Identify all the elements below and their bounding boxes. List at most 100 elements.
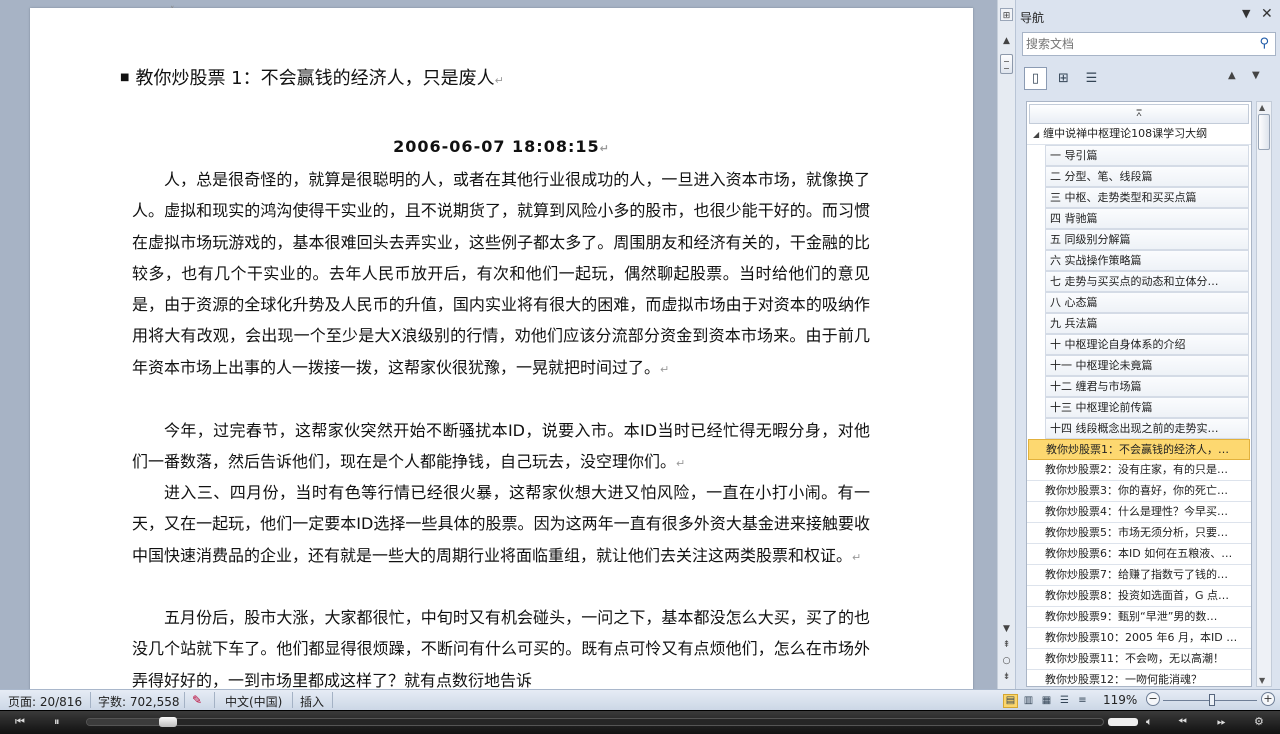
nav-item-chapter[interactable]: 十 中枢理论自身体系的介绍 (1045, 334, 1249, 355)
zoom-in-button[interactable]: + (1261, 692, 1275, 706)
insert-mode[interactable]: 插入 (300, 693, 324, 710)
status-bar: 页面: 20/816 字数: 702,558 ✎ 中文(中国) 插入 ▤ ▥ ▦ ☰ ≡… (0, 689, 1280, 710)
nav-item-chapter[interactable]: 一 导引篇 (1045, 145, 1249, 166)
nav-item-lesson[interactable]: 教你炒股票5：市场无须分析，只要… (1027, 523, 1251, 544)
collapse-triangle-icon[interactable]: ◢ (1033, 130, 1039, 139)
scroll-down-arrow-icon[interactable]: ▼ (1259, 676, 1265, 685)
fast-forward-icon[interactable]: ⏩︎ (1217, 715, 1226, 729)
outline-icon[interactable]: ☰ (1057, 695, 1072, 709)
word-count[interactable]: 字数: 702,558 (98, 693, 179, 710)
scroll-down-arrow-icon[interactable]: ▼ (999, 622, 1014, 636)
next-page-icon[interactable]: ⇟ (999, 670, 1014, 684)
document-paragraph[interactable]: 进入三、四月份，当时有色等行情已经很火暴，这帮家伙想大进又怕风险，一直在小打小闹… (132, 477, 870, 573)
nav-item-lesson[interactable]: 教你炒股票9：甄别“早泄”男的数… (1027, 607, 1251, 628)
proofing-icon[interactable]: ✎ (192, 693, 202, 707)
volume-slider[interactable] (1108, 718, 1138, 726)
paragraph-mark: ↵ (494, 74, 504, 87)
nav-item-chapter[interactable]: 八 心态篇 (1045, 292, 1249, 313)
nav-title: 导航 (1020, 11, 1045, 25)
scroll-up-arrow-icon[interactable]: ▲ (1259, 103, 1265, 112)
scrollbar-thumb[interactable] (1258, 114, 1270, 150)
view-ruler-icon[interactable]: ⊞ (1000, 8, 1013, 21)
status-divider (90, 692, 91, 708)
document-paragraph[interactable]: 人，总是很奇怪的，就算是很聪明的人，或者在其他行业很成功的人，一旦进入资本市场，… (132, 164, 870, 385)
document-paragraph[interactable]: 今年，过完春节，这帮家伙突然开始不断骚扰本ID，说要入市。本ID当时已经忙得无暇… (132, 415, 870, 480)
nav-item-chapter[interactable]: 九 兵法篇 (1045, 313, 1249, 334)
nav-item-chapter[interactable]: 十二 缠君与市场篇 (1045, 376, 1249, 397)
nav-item-chapter[interactable]: 七 走势与买买点的动态和立体分… (1045, 271, 1249, 292)
status-divider (332, 692, 333, 708)
nav-search-box[interactable]: ⚲ (1022, 32, 1276, 56)
view-buttons: ▤ ▥ ▦ ☰ ≡ (1003, 692, 1093, 709)
scrollbar-thumb[interactable] (1000, 54, 1013, 74)
document-vertical-scrollbar[interactable]: ⊞ ▲ ▼ ⇞ ○ ⇟ (997, 0, 1015, 689)
document-paragraph[interactable]: 五月份后，股市大涨，大家都很忙，中旬时又有机会碰头，一问之下，基本都没怎么大买，… (132, 602, 870, 689)
nav-list-body: ◢ 缠中说禅中枢理论108课学习大纲一 导引篇二 分型、笔、线段篇三 中枢、走势类… (1027, 124, 1251, 686)
seek-progress (87, 719, 169, 725)
rewind-icon[interactable]: ⏪︎ (1178, 715, 1187, 729)
nav-item-chapter[interactable]: 十四 线段概念出现之前的走势实… (1045, 418, 1249, 439)
nav-item-chapter[interactable]: 四 背驰篇 (1045, 208, 1249, 229)
nav-item-root[interactable]: ◢ 缠中说禅中枢理论108课学习大纲 (1027, 124, 1251, 145)
seek-bar[interactable] (86, 717, 1104, 727)
nav-item-lesson[interactable]: 教你炒股票2：没有庄家，有的只是… (1027, 460, 1251, 481)
previous-heading-icon[interactable]: ▲ (1228, 70, 1236, 81)
nav-scrollbar[interactable]: ▲ ▼ (1256, 101, 1272, 687)
pause-icon[interactable]: ⏸ (54, 715, 60, 729)
seek-knob[interactable] (159, 717, 178, 727)
nav-item-lesson[interactable]: 教你炒股票12：一吻何能消魂？ (1027, 670, 1251, 686)
nav-item-chapter[interactable]: 二 分型、笔、线段篇 (1045, 166, 1249, 187)
nav-header: 导航 ▼ ✕ (1016, 6, 1280, 26)
nav-item-lesson[interactable]: 教你炒股票11：不会吻，无以高潮！ (1027, 649, 1251, 670)
nav-item-lesson-selected[interactable]: 教你炒股票1：不会赢钱的经济人，… (1028, 439, 1250, 460)
draft-icon[interactable]: ≡ (1075, 695, 1090, 709)
nav-item-lesson[interactable]: 教你炒股票4：什么是理性？今早买… (1027, 502, 1251, 523)
tab-results[interactable]: ☰ (1080, 67, 1103, 90)
tab-headings[interactable]: ▯ (1024, 67, 1047, 90)
text-boundary-mark: ˅ (170, 6, 175, 16)
nav-item-label: 缠中说禅中枢理论108课学习大纲 (1043, 127, 1208, 140)
chevron-down-icon[interactable]: ▼ (1242, 7, 1250, 20)
search-input[interactable] (1023, 33, 1243, 55)
nav-item-chapter[interactable]: 六 实战操作策略篇 (1045, 250, 1249, 271)
status-divider (184, 692, 185, 708)
nav-item-lesson[interactable]: 教你炒股票6：本ID 如何在五粮液、… (1027, 544, 1251, 565)
paragraph-mark: ↵ (676, 457, 686, 471)
select-browse-object-icon[interactable]: ○ (999, 654, 1014, 668)
navigation-pane: 导航 ▼ ✕ ⚲ ▯ ⊞ ☰ ▲ ▼ ⩞ ◢ 缠中说禅中枢理论108课学习大纲一 … (1015, 0, 1280, 689)
document-datetime[interactable]: 2006-06-07 18:08:15↵ (30, 137, 973, 156)
nav-item-chapter[interactable]: 十一 中枢理论未竟篇 (1045, 355, 1249, 376)
search-icon[interactable]: ⚲ (1259, 36, 1269, 51)
datetime-text: 2006-06-07 18:08:15 (393, 137, 600, 156)
document-page[interactable]: ˅ ■ 教你炒股票 1：不会赢钱的经济人，只是废人↵ 2006-06-07 18:… (30, 6, 973, 689)
close-icon[interactable]: ✕ (1261, 6, 1273, 22)
language-indicator[interactable]: 中文(中国) (225, 693, 282, 710)
scroll-up-arrow-icon[interactable]: ▲ (999, 34, 1014, 48)
nav-item-chapter[interactable]: 三 中枢、走势类型和买买点篇 (1045, 187, 1249, 208)
full-screen-reading-icon[interactable]: ▥ (1021, 695, 1036, 709)
nav-item-chapter[interactable]: 十三 中枢理论前传篇 (1045, 397, 1249, 418)
nav-item-lesson[interactable]: 教你炒股票10：2005 年6 月，本ID … (1027, 628, 1251, 649)
zoom-out-button[interactable]: − (1146, 692, 1160, 706)
settings-icon[interactable]: ⚙ (1254, 715, 1264, 728)
paragraph-mark: ↵ (852, 550, 862, 564)
page-count[interactable]: 页面: 20/816 (8, 693, 82, 710)
tab-pages[interactable]: ⊞ (1052, 67, 1075, 90)
web-layout-icon[interactable]: ▦ (1039, 695, 1054, 709)
document-workspace: ˅ ■ 教你炒股票 1：不会赢钱的经济人，只是废人↵ 2006-06-07 18:… (0, 0, 997, 689)
scroll-to-top-icon[interactable]: ⩞ (1029, 104, 1249, 124)
nav-item-lesson[interactable]: 教你炒股票7：给赚了指数亏了钱的… (1027, 565, 1251, 586)
document-heading[interactable]: ■ 教你炒股票 1：不会赢钱的经济人，只是废人↵ (120, 64, 504, 90)
nav-item-lesson[interactable]: 教你炒股票3：你的喜好，你的死亡… (1027, 481, 1251, 502)
nav-item-chapter[interactable]: 五 同级别分解篇 (1045, 229, 1249, 250)
status-divider (292, 692, 293, 708)
nav-item-lesson[interactable]: 教你炒股票8：投资如选面首，G 点… (1027, 586, 1251, 607)
paragraph-text: 人，总是很奇怪的，就算是很聪明的人，或者在其他行业很成功的人，一旦进入资本市场，… (132, 170, 870, 377)
volume-icon[interactable]: 🔈︎ (1146, 715, 1153, 729)
skip-start-icon[interactable]: ⏮ (15, 715, 25, 729)
zoom-level[interactable]: 119% (1103, 693, 1137, 707)
zoom-slider-thumb[interactable] (1209, 694, 1215, 706)
print-layout-icon[interactable]: ▤ (1003, 694, 1018, 708)
previous-page-icon[interactable]: ⇞ (999, 638, 1014, 652)
next-heading-icon[interactable]: ▼ (1252, 70, 1260, 81)
